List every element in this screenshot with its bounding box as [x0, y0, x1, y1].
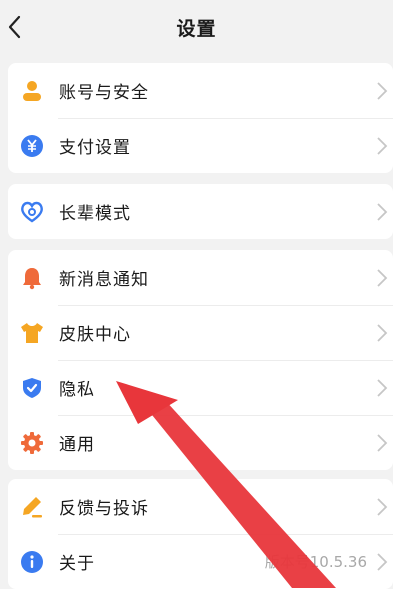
info-icon — [19, 549, 45, 575]
item-label: 新消息通知 — [59, 270, 149, 290]
chevron-right-icon — [377, 323, 388, 342]
item-label: 通用 — [59, 435, 95, 455]
version-text: 版本号10.5.36 — [264, 553, 367, 571]
chevron-right-icon — [377, 202, 388, 221]
payment-settings-item[interactable]: 支付设置 — [8, 118, 393, 173]
chevron-right-icon — [377, 81, 388, 100]
skin-center-item[interactable]: 皮肤中心 — [8, 305, 393, 360]
person-icon — [19, 78, 45, 104]
settings-group-elder: 长辈模式 — [8, 184, 393, 239]
item-label: 长辈模式 — [59, 204, 131, 224]
chevron-right-icon — [377, 268, 388, 287]
account-security-item[interactable]: 账号与安全 — [8, 63, 393, 118]
chevron-right-icon — [377, 497, 388, 516]
about-item[interactable]: 关于 版本号10.5.36 — [8, 534, 393, 589]
item-label: 支付设置 — [59, 138, 131, 158]
nav-bar: 设置 — [0, 0, 393, 56]
general-item[interactable]: 通用 — [8, 415, 393, 470]
yuan-icon — [19, 133, 45, 159]
gear-icon — [19, 430, 45, 456]
chevron-right-icon — [377, 136, 388, 155]
bell-icon — [19, 265, 45, 291]
shirt-icon — [19, 320, 45, 346]
feedback-item[interactable]: 反馈与投诉 — [8, 479, 393, 534]
pencil-icon — [19, 494, 45, 520]
item-label: 账号与安全 — [59, 83, 149, 103]
heart-icon — [19, 199, 45, 225]
page-title: 设置 — [176, 18, 217, 40]
notifications-item[interactable]: 新消息通知 — [8, 250, 393, 305]
settings-group-general: 新消息通知 皮肤中心 隐私 通用 — [8, 250, 393, 470]
item-label: 关于 — [59, 554, 95, 574]
item-label: 反馈与投诉 — [59, 499, 149, 519]
settings-group-support: 反馈与投诉 关于 版本号10.5.36 — [8, 479, 393, 589]
privacy-item[interactable]: 隐私 — [8, 360, 393, 415]
settings-group-account: 账号与安全 支付设置 — [8, 63, 393, 173]
item-label: 隐私 — [59, 380, 95, 400]
shield-check-icon — [19, 375, 45, 401]
chevron-right-icon — [377, 433, 388, 452]
chevron-right-icon — [377, 378, 388, 397]
chevron-right-icon — [377, 552, 388, 571]
item-label: 皮肤中心 — [59, 325, 131, 345]
elder-mode-item[interactable]: 长辈模式 — [8, 184, 393, 239]
